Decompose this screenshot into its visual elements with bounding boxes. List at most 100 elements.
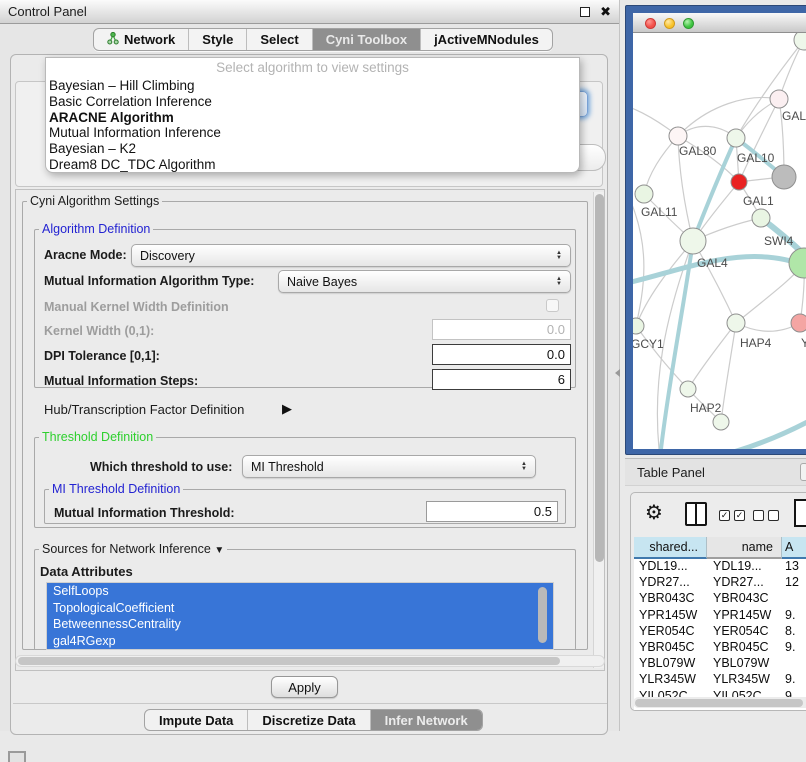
- table-row[interactable]: YBR045CYBR045C9.: [634, 640, 806, 656]
- table-row[interactable]: YBR043CYBR043C: [634, 591, 806, 607]
- manual-kernel-width-checkbox[interactable]: [546, 299, 559, 312]
- tab-network[interactable]: Network: [94, 29, 189, 50]
- tab-network-label: Network: [124, 32, 175, 47]
- select-all-checkbox-icon[interactable]: ✓: [719, 510, 730, 521]
- list-vertical-scrollbar[interactable]: [538, 587, 547, 643]
- tab-discretize-data[interactable]: Discretize Data: [248, 710, 370, 730]
- settings-vertical-scrollbar-track[interactable]: [593, 192, 604, 668]
- table-row[interactable]: YER054CYER054C8.: [634, 624, 806, 640]
- network-node-gal[interactable]: [770, 90, 788, 108]
- node-label: GAL11: [641, 205, 678, 219]
- select-all-checkbox-icon[interactable]: ✓: [734, 510, 745, 521]
- dropdown-item[interactable]: Basic Correlation Inference: [46, 94, 579, 110]
- dropdown-item[interactable]: Mutual Information Inference: [46, 125, 579, 141]
- tab-style[interactable]: Style: [189, 29, 247, 50]
- aracne-mode-combo[interactable]: Discovery ▲▼: [131, 244, 571, 267]
- network-node-gal10[interactable]: [727, 129, 745, 147]
- node-label: HAP2: [690, 401, 722, 415]
- algorithm-dropdown-popup: Select algorithm to view settings Bayesi…: [45, 57, 580, 173]
- control-panel-tabbar: Network Style Select Cyni Toolbox jActiv…: [93, 28, 553, 51]
- network-node-swi4[interactable]: [752, 209, 770, 227]
- tab-jactivemnodules[interactable]: jActiveMNodules: [421, 29, 552, 50]
- network-node[interactable]: [713, 414, 729, 430]
- mi-algorithm-type-combo[interactable]: Naive Bayes ▲▼: [278, 270, 571, 293]
- close-icon[interactable]: ✖: [600, 7, 611, 17]
- node-label: GAL4: [697, 256, 728, 270]
- dropdown-item[interactable]: Dream8 DC_TDC Algorithm: [46, 157, 579, 173]
- kernel-width-field[interactable]: 0.0: [432, 319, 571, 340]
- sources-expanded-icon[interactable]: ▼: [214, 545, 224, 556]
- tab-impute-data[interactable]: Impute Data: [145, 710, 248, 730]
- network-window-titlebar[interactable]: [633, 13, 806, 33]
- network-node-gcy1[interactable]: [633, 318, 644, 334]
- mi-threshold-definition-title: MI Threshold Definition: [49, 482, 183, 496]
- table-row[interactable]: YLR345WYLR345W9.: [634, 672, 806, 688]
- table-horizontal-scrollbar-thumb[interactable]: [635, 699, 803, 707]
- settings-vertical-scrollbar-thumb[interactable]: [595, 194, 604, 562]
- table-row[interactable]: YDR27...YDR27...12: [634, 575, 806, 591]
- column-header-shared-name[interactable]: shared...: [634, 537, 707, 559]
- settings-horizontal-scrollbar-thumb[interactable]: [18, 657, 560, 665]
- column-header-name[interactable]: name: [707, 537, 782, 559]
- list-item[interactable]: BetweennessCentrality: [47, 616, 553, 633]
- deselect-all-checkbox-icon[interactable]: [753, 510, 764, 521]
- data-attributes-list[interactable]: SelfLoops TopologicalCoefficient Between…: [46, 582, 554, 650]
- network-node-gal1[interactable]: [731, 174, 747, 190]
- hub-tf-collapsed-icon[interactable]: ▶: [282, 401, 292, 417]
- export-table-icon[interactable]: [794, 499, 806, 527]
- tab-infer-network[interactable]: Infer Network: [371, 710, 482, 730]
- close-traffic-light-icon[interactable]: [645, 18, 656, 29]
- network-node-gal4[interactable]: [680, 228, 706, 254]
- dpi-tolerance-label: DPI Tolerance [0,1]:: [44, 349, 160, 363]
- dropdown-item[interactable]: Bayesian – Hill Climbing: [46, 78, 579, 94]
- dropdown-item-selected[interactable]: ARACNE Algorithm: [46, 110, 579, 126]
- float-window-icon[interactable]: [580, 7, 590, 17]
- mi-steps-label: Mutual Information Steps:: [44, 374, 198, 388]
- network-node-y[interactable]: [791, 314, 806, 332]
- table-row[interactable]: YPR145WYPR145W9.: [634, 608, 806, 624]
- network-node-hap4[interactable]: [727, 314, 745, 332]
- dropdown-item[interactable]: Bayesian – K2: [46, 141, 579, 157]
- network-canvas[interactable]: GAL GAL80 GAL10 GAL1 GAL11 SWI4 GAL4 GCY…: [633, 33, 806, 449]
- table-panel-titlebar: Table Panel: [625, 458, 806, 486]
- table-row[interactable]: YDL19...YDL19...13: [634, 559, 806, 575]
- network-node-gal11[interactable]: [635, 185, 653, 203]
- manual-kernel-width-label: Manual Kernel Width Definition: [44, 300, 229, 314]
- combo-arrows-icon: ▲▼: [550, 277, 562, 287]
- network-node[interactable]: [794, 33, 806, 50]
- table-panel-corner-button[interactable]: [800, 463, 806, 481]
- dpi-tolerance-field[interactable]: 0.0: [432, 344, 571, 365]
- minimize-traffic-light-icon[interactable]: [664, 18, 675, 29]
- network-node-green-large[interactable]: [789, 248, 806, 278]
- minimized-panel-icon[interactable]: [8, 751, 26, 762]
- zoom-traffic-light-icon[interactable]: [683, 18, 694, 29]
- column-header-clipped[interactable]: A: [782, 537, 806, 559]
- list-item[interactable]: gal4RGexp: [47, 633, 553, 650]
- mi-algorithm-type-label: Mutual Information Algorithm Type:: [44, 274, 254, 288]
- gear-icon[interactable]: ⚙: [645, 500, 663, 525]
- network-node-hap2[interactable]: [680, 381, 696, 397]
- which-threshold-combo[interactable]: MI Threshold ▲▼: [242, 455, 536, 478]
- columns-icon[interactable]: [685, 502, 707, 526]
- combo-arrows-icon: ▲▼: [550, 251, 562, 261]
- kernel-width-label: Kernel Width (0,1):: [44, 324, 154, 338]
- list-item[interactable]: TopologicalCoefficient: [47, 600, 553, 617]
- mi-steps-field[interactable]: 6: [432, 369, 571, 390]
- node-table: shared... name A YDL19...YDL19...13 YDR2…: [634, 537, 806, 710]
- splitpane-collapse-icon[interactable]: [615, 369, 620, 377]
- tab-select[interactable]: Select: [247, 29, 312, 50]
- deselect-all-checkbox-icon[interactable]: [768, 510, 779, 521]
- list-item[interactable]: SelfLoops: [47, 583, 553, 600]
- apply-button[interactable]: Apply: [271, 676, 338, 698]
- mi-threshold-field[interactable]: 0.5: [426, 501, 558, 522]
- table-horizontal-scrollbar-track[interactable]: [633, 697, 806, 708]
- network-node-gal80[interactable]: [669, 127, 687, 145]
- settings-horizontal-scrollbar-track[interactable]: [15, 655, 605, 667]
- combo-arrows-icon: ▲▼: [515, 462, 527, 472]
- sources-title: Sources for Network Inference: [42, 542, 211, 556]
- node-label: GAL10: [737, 151, 775, 165]
- network-node-gray[interactable]: [772, 165, 796, 189]
- table-row[interactable]: YBL079WYBL079W: [634, 656, 806, 672]
- node-label: HAP4: [740, 336, 772, 350]
- tab-cyni-toolbox[interactable]: Cyni Toolbox: [313, 29, 421, 50]
